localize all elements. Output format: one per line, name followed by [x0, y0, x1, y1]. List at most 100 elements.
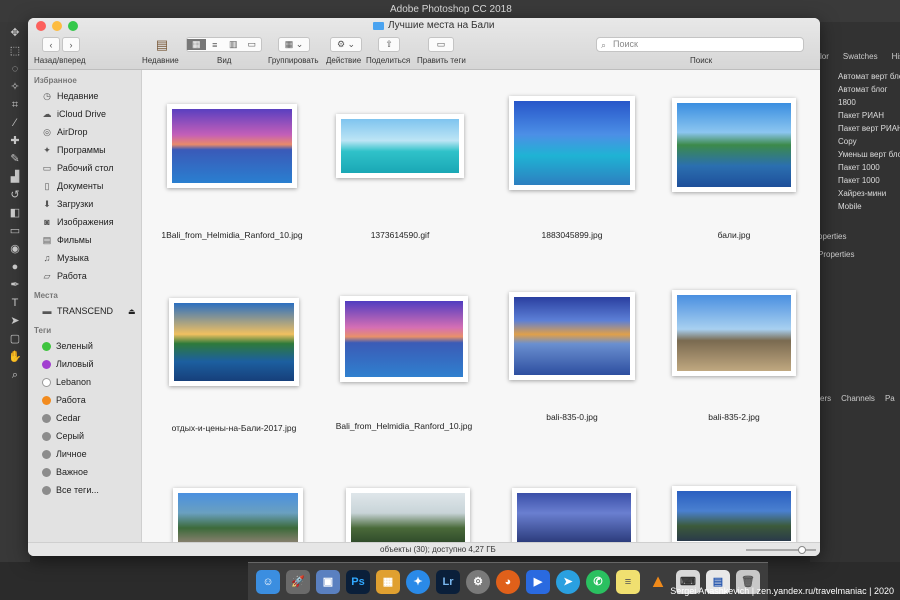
tab-history[interactable]: History — [892, 52, 900, 61]
action-item[interactable]: Пакет 1000 — [838, 161, 900, 174]
sidebar-item-documents[interactable]: ▯ Документы — [28, 177, 141, 195]
sidebar-tag-cedar[interactable]: Cedar — [28, 409, 141, 427]
list-view-icon[interactable]: ≡ — [206, 40, 225, 50]
file-item[interactable]: bali-835-0.jpg — [492, 292, 652, 422]
zoom-tool-icon[interactable]: ⌕ — [7, 368, 23, 382]
file-item[interactable]: bali-835-2.jpg — [654, 290, 814, 422]
zoom-icon[interactable]: ▶ — [526, 569, 550, 594]
eraser-tool-icon[interactable]: ◧ — [7, 206, 23, 220]
sidebar-item-apps[interactable]: ✦ Программы — [28, 141, 141, 159]
file-item[interactable]: 1373614590.gif — [320, 114, 480, 240]
whatsapp-icon[interactable]: ✆ — [586, 569, 610, 594]
finder-icon[interactable]: ☺ — [256, 569, 280, 594]
action-button[interactable]: ⚙ ⌄ — [330, 37, 362, 52]
sidebar-item-airdrop[interactable]: ◎ AirDrop — [28, 123, 141, 141]
recents-button[interactable]: ▤ — [152, 37, 172, 52]
file-item[interactable]: 1883045899.jpg — [492, 96, 652, 240]
sidebar-item-downloads[interactable]: ⬇ Загрузки — [28, 195, 141, 213]
eject-icon[interactable]: ⏏ — [128, 307, 136, 316]
sidebar-tag-all[interactable]: Все теги... — [28, 481, 141, 499]
minimize-button[interactable] — [52, 21, 62, 31]
action-item[interactable]: Copy — [838, 135, 900, 148]
tab-layers[interactable]: ers — [820, 394, 831, 403]
share-button[interactable]: ⇧ — [378, 37, 400, 52]
notes-icon[interactable]: ≡ — [616, 569, 640, 594]
sidebar-item-icloud[interactable]: ☁ iCloud Drive — [28, 105, 141, 123]
sidebar-item-desktop[interactable]: ▭ Рабочий стол — [28, 159, 141, 177]
crop-tool-icon[interactable]: ⌗ — [7, 98, 23, 112]
action-item[interactable]: Пакет 1000 — [838, 174, 900, 187]
group-button[interactable]: ▦ ⌄ — [278, 37, 310, 52]
file-item[interactable] — [158, 488, 318, 542]
back-button[interactable]: ‹ — [42, 37, 60, 52]
magic-wand-icon[interactable]: ✧ — [7, 80, 23, 94]
blur-tool-icon[interactable]: ◉ — [7, 242, 23, 256]
dodge-tool-icon[interactable]: ● — [7, 260, 23, 274]
vlc-icon[interactable]: ▲ — [646, 570, 670, 594]
sidebar-tag-work[interactable]: Работа — [28, 391, 141, 409]
preview-icon[interactable]: ▣ — [316, 569, 340, 594]
launchpad-icon[interactable]: 🚀 — [286, 569, 310, 594]
sidebar-item-work[interactable]: ▱ Работа — [28, 267, 141, 285]
icon-view-icon[interactable]: ▦ — [187, 39, 206, 50]
sidebar-tag-lebanon[interactable]: Lebanon — [28, 373, 141, 391]
healing-tool-icon[interactable]: ✚ — [7, 134, 23, 148]
sidebar-item-recents[interactable]: ◷ Недавние — [28, 87, 141, 105]
sidebar-item-transcend[interactable]: ▬ TRANSCEND ⏏ — [28, 302, 141, 320]
brush-tool-icon[interactable]: ✎ — [7, 152, 23, 166]
tab-color[interactable]: lor — [820, 52, 829, 61]
hand-tool-icon[interactable]: ✋ — [7, 350, 23, 364]
view-switcher[interactable]: ▦ ≡ ▥ ▭ — [186, 37, 262, 52]
eyedropper-icon[interactable]: ⁄ — [7, 116, 23, 130]
tab-swatches[interactable]: Swatches — [843, 52, 878, 61]
action-item[interactable]: Автомат блог — [838, 83, 900, 96]
action-item[interactable]: Хайрез-мини — [838, 187, 900, 200]
path-select-icon[interactable]: ➤ — [7, 314, 23, 328]
icon-size-slider[interactable] — [746, 546, 816, 554]
search-input[interactable]: ⌕ Поиск — [596, 37, 804, 52]
sidebar-item-pictures[interactable]: ◙ Изображения — [28, 213, 141, 231]
photoshop-icon[interactable]: Ps — [346, 569, 370, 594]
file-item[interactable] — [654, 486, 814, 542]
telegram-icon[interactable]: ➤ — [556, 569, 580, 594]
stamp-tool-icon[interactable]: ▟ — [7, 170, 23, 184]
file-item[interactable]: отдых-и-цены-на-Бали-2017.jpg — [154, 298, 314, 433]
gallery-view-icon[interactable]: ▭ — [243, 39, 262, 50]
shape-tool-icon[interactable]: ▢ — [7, 332, 23, 346]
sidebar-item-movies[interactable]: ▤ Фильмы — [28, 231, 141, 249]
safari-icon[interactable]: ✦ — [406, 569, 430, 594]
settings-icon[interactable]: ⚙ — [466, 569, 490, 594]
pen-tool-icon[interactable]: ✒ — [7, 278, 23, 292]
history-brush-icon[interactable]: ↺ — [7, 188, 23, 202]
tab-paths[interactable]: Pa — [885, 394, 895, 403]
forward-button[interactable]: › — [62, 37, 80, 52]
action-item[interactable]: Пакет верт РИАН — [838, 122, 900, 135]
sidebar-item-music[interactable]: ♫ Музыка — [28, 249, 141, 267]
lightroom-icon[interactable]: Lr — [436, 569, 460, 594]
zoom-button[interactable] — [68, 21, 78, 31]
gradient-tool-icon[interactable]: ▭ — [7, 224, 23, 238]
sidebar-tag-personal[interactable]: Личное — [28, 445, 141, 463]
photo-icon[interactable]: ▦ — [376, 569, 400, 594]
firefox-icon[interactable]: ◕ — [496, 569, 520, 594]
tags-button[interactable]: ▭ — [428, 37, 454, 52]
sidebar-tag-purple[interactable]: Лиловый — [28, 355, 141, 373]
file-item[interactable] — [494, 488, 654, 542]
lasso-tool-icon[interactable]: ◌ — [7, 62, 23, 76]
file-item[interactable]: бали.jpg — [654, 98, 814, 240]
slider-knob[interactable] — [798, 546, 806, 554]
marquee-tool-icon[interactable]: ⬚ — [7, 44, 23, 58]
action-item[interactable]: Автомат верт блог — [838, 70, 900, 83]
sidebar-tag-gray[interactable]: Серый — [28, 427, 141, 445]
sidebar-tag-green[interactable]: Зеленый — [28, 337, 141, 355]
text-tool-icon[interactable]: T — [7, 296, 23, 310]
sidebar-tag-important[interactable]: Важное — [28, 463, 141, 481]
action-item[interactable]: Уменьш верт блог — [838, 148, 900, 161]
action-item[interactable]: Пакет РИАН — [838, 109, 900, 122]
tab-channels[interactable]: Channels — [841, 394, 875, 403]
action-item[interactable]: Mobile — [838, 200, 900, 213]
close-button[interactable] — [36, 21, 46, 31]
column-view-icon[interactable]: ▥ — [224, 39, 243, 50]
file-item[interactable]: Bali_from_Helmidia_Ranford_10.jpg — [324, 296, 484, 431]
file-item[interactable]: 1Bali_from_Helmidia_Ranford_10.jpg — [152, 104, 312, 240]
